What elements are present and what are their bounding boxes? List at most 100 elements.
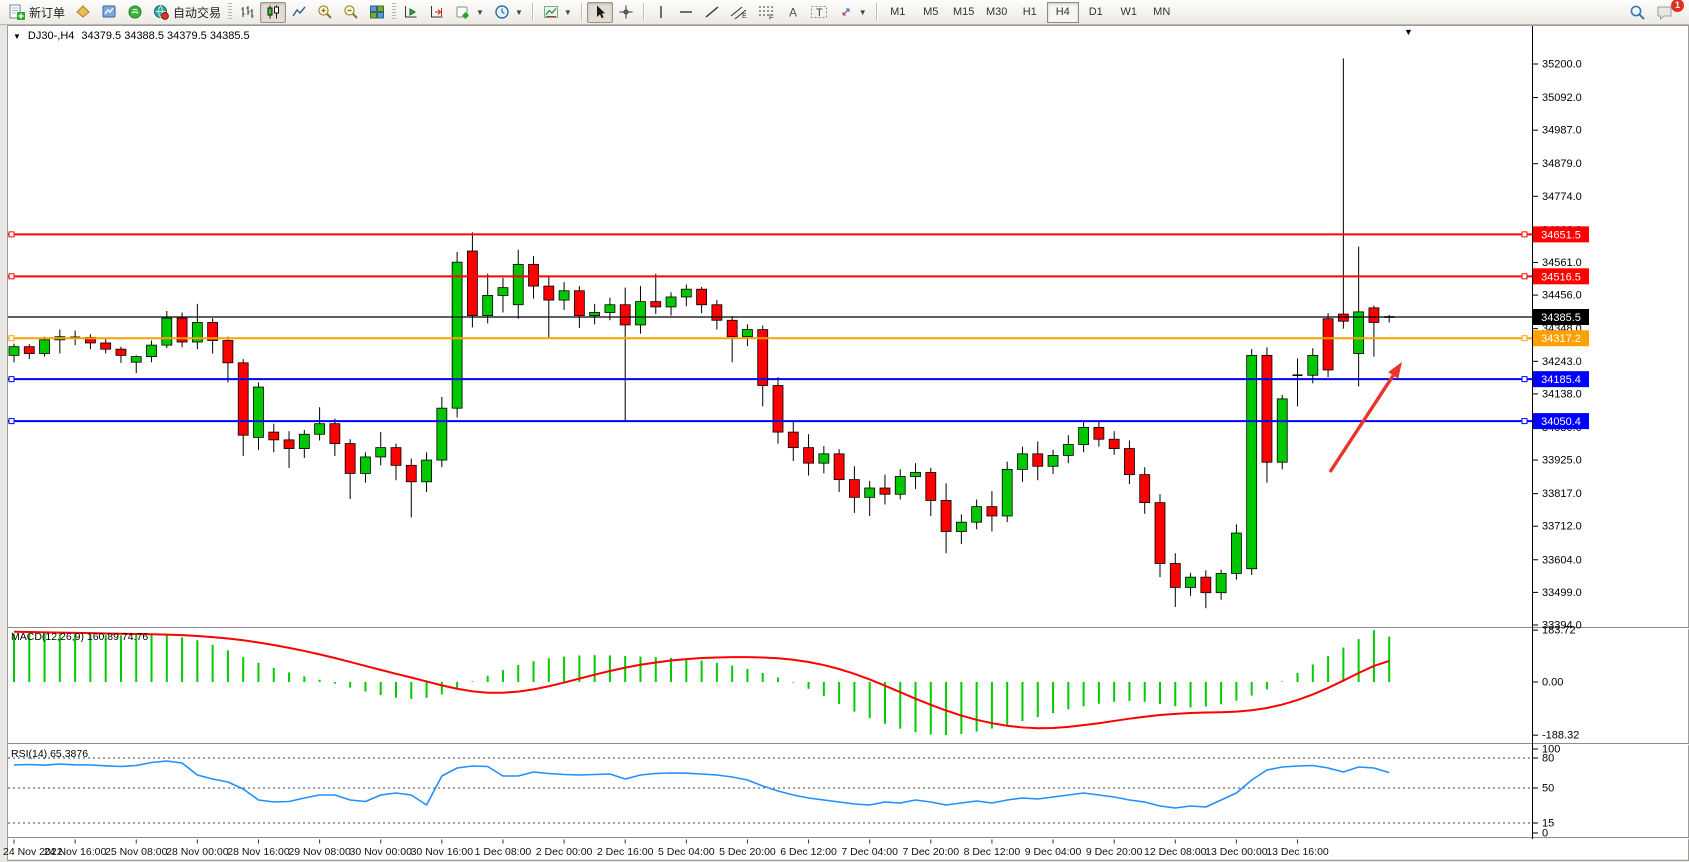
sound-button[interactable] — [122, 2, 148, 23]
candle-body — [40, 340, 50, 354]
candle-body — [1231, 533, 1241, 573]
candle-body — [1017, 454, 1027, 470]
zoom-in-button[interactable] — [312, 2, 338, 23]
candle-body — [742, 330, 752, 337]
new-order-button[interactable]: 新订单 — [4, 2, 70, 23]
candle-body — [1140, 475, 1150, 503]
chart-shift-marker[interactable]: ▼ — [1404, 27, 1413, 37]
price-tick-label: 35200.0 — [1542, 59, 1582, 71]
auto-trading-label: 自动交易 — [173, 4, 221, 21]
line-handle[interactable] — [1522, 419, 1527, 424]
price-tick-label: 35092.0 — [1542, 92, 1582, 104]
line-handle[interactable] — [1522, 336, 1527, 341]
auto-scroll-button[interactable] — [398, 2, 424, 23]
auto-scroll-icon — [403, 4, 419, 20]
candle-body — [483, 295, 493, 315]
candle-body — [697, 289, 707, 305]
line-handle[interactable] — [9, 336, 14, 341]
candlestick-mode-button[interactable] — [260, 2, 286, 23]
candle-body — [849, 480, 859, 498]
zoom-out-button[interactable] — [338, 2, 364, 23]
candle-body — [1002, 469, 1012, 516]
equidistant-channel-tool-button[interactable]: E — [725, 2, 753, 23]
candle-body — [926, 472, 936, 500]
time-tick-label: 30 Nov 16:00 — [411, 846, 474, 858]
fibonacci-tool-button[interactable]: F — [753, 2, 781, 23]
time-tick-label: 7 Dec 20:00 — [902, 846, 959, 858]
tile-windows-button[interactable] — [364, 2, 390, 23]
candle-body — [315, 424, 325, 435]
timeframe-d1[interactable]: D1 — [1080, 2, 1112, 23]
candle-body — [376, 448, 386, 457]
price-tick-label: 33925.0 — [1542, 455, 1582, 467]
candlestick-icon — [265, 4, 281, 20]
candle-body — [1354, 312, 1364, 354]
timeframe-m15[interactable]: M15 — [948, 2, 980, 23]
top-toolbar: 新订单 自动交易 — [0, 0, 1689, 25]
text-tool-button[interactable]: A — [781, 2, 805, 23]
candle-body — [269, 432, 279, 440]
line-handle[interactable] — [9, 232, 14, 237]
templates-icon — [543, 4, 559, 20]
candle-body — [941, 500, 951, 531]
bar-chart-mode-button[interactable] — [234, 2, 260, 23]
crosshair-tool-button[interactable] — [613, 2, 639, 23]
clock-icon — [494, 4, 510, 20]
timeframe-w1[interactable]: W1 — [1113, 2, 1145, 23]
price-tick-label: 34879.0 — [1542, 158, 1582, 170]
trendline-tool-button[interactable] — [699, 2, 725, 23]
arrows-tool-button[interactable]: ▼ — [833, 2, 872, 23]
chart-area[interactable]: 35200.035092.034987.034879.034774.034666… — [0, 0, 1689, 862]
chart-shift-button[interactable] — [424, 2, 450, 23]
timeframe-m1[interactable]: M1 — [882, 2, 914, 23]
timeframe-mn[interactable]: MN — [1146, 2, 1178, 23]
auto-trading-button[interactable]: 自动交易 — [148, 2, 226, 23]
candle-body — [666, 297, 676, 307]
timeframe-m30[interactable]: M30 — [981, 2, 1013, 23]
vertical-line-tool-button[interactable] — [649, 2, 673, 23]
timeframe-m5[interactable]: M5 — [915, 2, 947, 23]
horizontal-line-icon — [678, 4, 694, 20]
line-handle[interactable] — [9, 274, 14, 279]
line-handle[interactable] — [1522, 232, 1527, 237]
candle-body — [437, 408, 447, 460]
candle-body — [834, 454, 844, 480]
text-label-tool-button[interactable]: T — [805, 2, 833, 23]
candle-body — [1048, 455, 1058, 466]
candle-body — [865, 488, 875, 497]
candle-body — [1323, 319, 1333, 370]
time-tick-label: 24 Nov 16:00 — [44, 846, 107, 858]
line-handle[interactable] — [1522, 377, 1527, 382]
market-watch-button[interactable] — [70, 2, 96, 23]
line-handle[interactable] — [9, 419, 14, 424]
rsi-tick-label: 80 — [1542, 753, 1554, 765]
line-handle[interactable] — [9, 377, 14, 382]
horizontal-line-tool-button[interactable] — [673, 2, 699, 23]
price-label-text: 34185.4 — [1541, 374, 1581, 386]
line-handle[interactable] — [1522, 274, 1527, 279]
notifications-button[interactable]: 1 — [1651, 2, 1679, 23]
new-order-label: 新订单 — [29, 4, 65, 21]
chevron-down-icon: ▼ — [515, 8, 523, 17]
rsi-indicator-label: RSI(14) 65.3876 — [11, 748, 88, 760]
candle-body — [101, 343, 111, 349]
candle-body — [529, 264, 539, 286]
search-button[interactable] — [1624, 2, 1651, 23]
indicators-button[interactable]: ▼ — [450, 2, 489, 23]
price-tick-label: 34456.0 — [1542, 290, 1582, 302]
templates-button[interactable]: ▼ — [538, 2, 577, 23]
rsi-tick-label: 50 — [1542, 783, 1554, 795]
candle-body — [147, 345, 157, 356]
chevron-down-icon: ▼ — [859, 8, 867, 17]
timeframe-h4[interactable]: H4 — [1047, 2, 1079, 23]
timeframe-h1[interactable]: H1 — [1014, 2, 1046, 23]
cursor-tool-button[interactable] — [587, 2, 613, 23]
periods-button[interactable]: ▼ — [489, 2, 528, 23]
price-tick-label: 34774.0 — [1542, 191, 1582, 203]
candle-body — [452, 262, 462, 408]
price-label-text: 34317.2 — [1541, 333, 1581, 345]
chart-window-button[interactable] — [96, 2, 122, 23]
line-chart-mode-button[interactable] — [286, 2, 312, 23]
time-tick-label: 28 Nov 16:00 — [227, 846, 290, 858]
collapse-arrow-icon[interactable]: ▼ — [13, 32, 21, 41]
